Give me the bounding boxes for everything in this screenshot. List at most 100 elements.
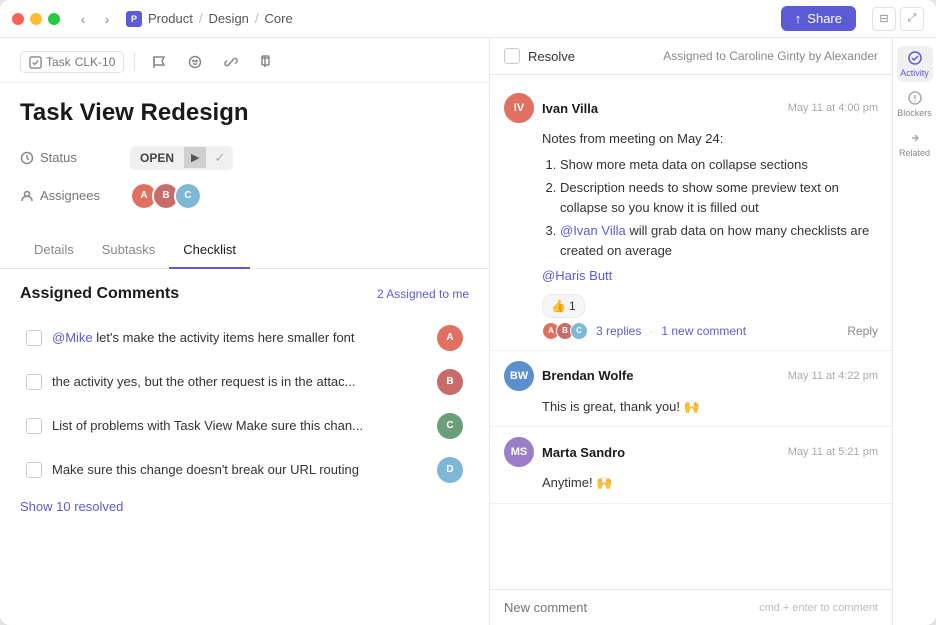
brendan-avatar: BW	[504, 361, 534, 391]
right-panel: Resolve Assigned to Caroline Ginty by Al…	[490, 38, 936, 625]
related-icon	[907, 130, 923, 146]
ivan-footer: A B C 3 replies · 1 new comment Reply	[542, 322, 878, 340]
assigned-badge[interactable]: 2 Assigned to me	[377, 287, 469, 301]
resolve-bar: Resolve Assigned to Caroline Ginty by Al…	[490, 38, 892, 75]
reaction-emoji: 👍	[551, 297, 566, 315]
related-label: Related	[899, 148, 930, 158]
sidebar-item-blockers[interactable]: Blockers	[897, 86, 933, 122]
ivan-list-1: Show more meta data on collapse sections	[560, 155, 878, 175]
link-icon[interactable]	[217, 48, 245, 76]
status-field-label: Status	[40, 150, 77, 165]
left-panel: Task CLK-10 Task View Rede	[0, 38, 490, 625]
share-button[interactable]: ↑ Share	[781, 6, 856, 31]
checklist-item-avatar-3: C	[437, 413, 463, 439]
emoji-icon[interactable]	[181, 48, 209, 76]
breadcrumb-design: Design	[208, 11, 248, 26]
maximize-dot	[48, 13, 60, 25]
new-comment-link[interactable]: 1 new comment	[661, 322, 746, 340]
checklist-text-2: the activity yes, but the other request …	[52, 374, 427, 389]
checklist-text-3: List of problems with Task View Make sur…	[52, 418, 427, 433]
reply-avatar-3: C	[570, 322, 588, 340]
show-resolved-button[interactable]: Show 10 resolved	[20, 493, 123, 520]
window-action-buttons: ⊟ ⤢	[872, 7, 924, 31]
marta-avatar: MS	[504, 437, 534, 467]
breadcrumb-product: Product	[148, 11, 193, 26]
reply-button[interactable]: Reply	[847, 322, 878, 340]
minimize-dot	[30, 13, 42, 25]
replies-count[interactable]: 3 replies	[596, 322, 641, 340]
comment-ivan: IV Ivan Villa May 11 at 4:00 pm Notes fr…	[490, 83, 892, 351]
ivan-author: Ivan Villa	[542, 101, 780, 116]
breadcrumb-sep1: /	[199, 11, 203, 26]
checklist-item-4: Make sure this change doesn't break our …	[20, 449, 469, 491]
checklist-title: Assigned Comments	[20, 285, 179, 303]
status-badge[interactable]: OPEN ▶ ✓	[130, 146, 233, 170]
checklist-text-1: @Mike let's make the activity items here…	[52, 330, 427, 345]
right-inner: Resolve Assigned to Caroline Ginty by Al…	[490, 38, 936, 625]
thumbs-up-reaction[interactable]: 👍 1	[542, 294, 585, 318]
checklist-checkbox-2[interactable]	[26, 374, 42, 390]
assignees-row: Assignees A B C	[20, 182, 469, 210]
attachment-icon[interactable]	[253, 48, 281, 76]
brendan-time: May 11 at 4:22 pm	[788, 370, 878, 382]
ivan-time: May 11 at 4:00 pm	[788, 102, 878, 114]
comment-brendan: BW Brendan Wolfe May 11 at 4:22 pm This …	[490, 351, 892, 428]
reaction-count: 1	[569, 297, 576, 315]
ivan-list-2: Description needs to show some preview t…	[560, 178, 878, 217]
nav-buttons: ‹ ›	[72, 8, 118, 30]
tab-details[interactable]: Details	[20, 232, 88, 269]
comment-marta-header: MS Marta Sandro May 11 at 5:21 pm	[504, 437, 878, 467]
ivan-reactions: 👍 1	[542, 294, 878, 318]
checklist-item-2: the activity yes, but the other request …	[20, 361, 469, 403]
activity-label: Activity	[900, 68, 929, 78]
task-type-badge[interactable]: Task CLK-10	[20, 51, 124, 73]
status-label: Status	[20, 150, 130, 165]
product-icon: P	[126, 11, 142, 27]
expand-button[interactable]: ⤢	[900, 7, 924, 31]
ivan-body-prefix: Notes from meeting on May 24:	[542, 129, 878, 149]
comments-area: IV Ivan Villa May 11 at 4:00 pm Notes fr…	[490, 75, 892, 589]
assignees-field-label: Assignees	[40, 188, 100, 203]
back-button[interactable]: ‹	[72, 8, 94, 30]
activity-panel: Resolve Assigned to Caroline Ginty by Al…	[490, 38, 892, 625]
marta-body: Anytime! 🙌	[542, 473, 878, 493]
marta-author: Marta Sandro	[542, 445, 780, 460]
task-icon	[29, 56, 42, 69]
resolve-label: Resolve	[528, 49, 655, 64]
checklist-checkbox-3[interactable]	[26, 418, 42, 434]
blockers-icon	[907, 90, 923, 106]
task-type-label: Task	[46, 55, 71, 69]
forward-button[interactable]: ›	[96, 8, 118, 30]
resolve-assigned: Assigned to Caroline Ginty by Alexander	[663, 49, 878, 63]
status-icon	[20, 151, 34, 165]
sidebar-icons: Activity Blockers Re	[892, 38, 936, 625]
comment-hint: cmd + enter to comment	[759, 602, 878, 614]
resolve-checkbox[interactable]	[504, 48, 520, 64]
checklist-item-avatar-4: D	[437, 457, 463, 483]
sidebar-item-related[interactable]: Related	[897, 126, 933, 162]
haris-tag: @Haris Butt	[542, 268, 612, 283]
checklist-item-avatar-1: A	[437, 325, 463, 351]
tab-subtasks[interactable]: Subtasks	[88, 232, 169, 269]
ivan-mention: @Ivan Villa	[560, 223, 626, 238]
tab-checklist[interactable]: Checklist	[169, 232, 250, 269]
checklist-checkbox-4[interactable]	[26, 462, 42, 478]
ivan-body: Notes from meeting on May 24: Show more …	[542, 129, 878, 340]
minimize-button[interactable]: ⊟	[872, 7, 896, 31]
assignees-list: A B C	[130, 182, 202, 210]
tabs-bar: Details Subtasks Checklist	[0, 232, 489, 269]
status-check-icon: ✓	[206, 146, 233, 170]
activity-icon	[907, 50, 923, 66]
sidebar-item-activity[interactable]: Activity	[897, 46, 933, 82]
comment-ivan-header: IV Ivan Villa May 11 at 4:00 pm	[504, 93, 878, 123]
avatar-3: C	[174, 182, 202, 210]
toolbar-divider1	[134, 53, 135, 71]
task-id-label: CLK-10	[75, 55, 116, 69]
marta-body-text: Anytime! 🙌	[542, 473, 878, 493]
blockers-label: Blockers	[897, 108, 932, 118]
checklist-checkbox-1[interactable]	[26, 330, 42, 346]
new-comment-input[interactable]	[504, 600, 751, 615]
share-icon: ↑	[795, 11, 802, 26]
brendan-body: This is great, thank you! 🙌	[542, 397, 878, 417]
flag-icon[interactable]	[145, 48, 173, 76]
